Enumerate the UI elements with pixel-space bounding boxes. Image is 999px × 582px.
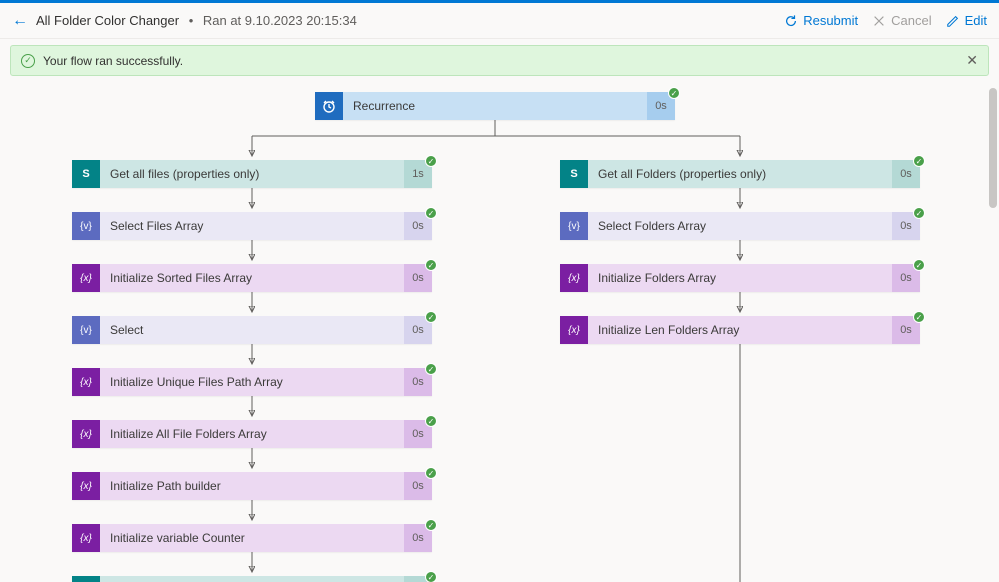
resubmit-label: Resubmit: [803, 13, 858, 28]
edit-label: Edit: [965, 13, 987, 28]
node-init-unique-files[interactable]: {x} Initialize Unique Files Path Array 0…: [72, 368, 432, 396]
separator: •: [185, 13, 197, 28]
node-init-counter[interactable]: {x} Initialize variable Counter 0s ✓: [72, 524, 432, 552]
node-get-all-folders[interactable]: S Get all Folders (properties only) 0s ✓: [560, 160, 920, 188]
success-badge-icon: ✓: [425, 207, 437, 219]
success-badge-icon: ✓: [425, 519, 437, 531]
variable-icon: {x}: [560, 316, 588, 344]
sharepoint-icon: S: [560, 160, 588, 188]
scrollbar-thumb[interactable]: [989, 88, 997, 208]
banner-text: Your flow ran successfully.: [43, 54, 183, 68]
refresh-icon: [784, 14, 798, 28]
node-label: Initialize variable Counter: [100, 524, 404, 552]
success-badge-icon: ✓: [425, 415, 437, 427]
edit-button[interactable]: Edit: [946, 13, 987, 28]
cancel-label: Cancel: [891, 13, 931, 28]
node-init-sorted-files[interactable]: {x} Initialize Sorted Files Array 0s ✓: [72, 264, 432, 292]
back-arrow-icon[interactable]: ←: [12, 12, 28, 30]
success-badge-icon: ✓: [668, 87, 680, 99]
header-bar: ← All Folder Color Changer • Ran at 9.10…: [0, 3, 999, 39]
variable-icon: {x}: [72, 368, 100, 396]
flow-canvas[interactable]: Recurrence 0s ✓ S Get all files (propert…: [0, 82, 999, 582]
node-label: Recurrence: [343, 92, 647, 120]
variable-icon: {x}: [560, 264, 588, 292]
node-label: Select Files Array: [100, 212, 404, 240]
select-icon: {v}: [72, 212, 100, 240]
node-init-len-folders[interactable]: {x} Initialize Len Folders Array 0s ✓: [560, 316, 920, 344]
variable-icon: {x}: [72, 420, 100, 448]
node-select[interactable]: {v} Select 0s ✓: [72, 316, 432, 344]
node-label: Get all files (properties only): [100, 160, 404, 188]
node-get-all-files[interactable]: S Get all files (properties only) 1s ✓: [72, 160, 432, 188]
variable-icon: {x}: [72, 264, 100, 292]
node-label: [100, 576, 404, 582]
sharepoint-icon: S: [72, 160, 100, 188]
node-label: Get all Folders (properties only): [588, 160, 892, 188]
success-badge-icon: ✓: [913, 311, 925, 323]
clock-icon: [315, 92, 343, 120]
node-select-folders-array[interactable]: {v} Select Folders Array 0s ✓: [560, 212, 920, 240]
success-badge-icon: ✓: [425, 571, 437, 582]
node-label: Initialize Len Folders Array: [588, 316, 892, 344]
resubmit-button[interactable]: Resubmit: [784, 13, 858, 28]
node-label: Initialize All File Folders Array: [100, 420, 404, 448]
select-icon: {v}: [72, 316, 100, 344]
node-label: Initialize Unique Files Path Array: [100, 368, 404, 396]
pencil-icon: [946, 14, 960, 28]
variable-icon: {x}: [72, 524, 100, 552]
flow-title: All Folder Color Changer: [36, 13, 179, 28]
node-label: Initialize Path builder: [100, 472, 404, 500]
run-timestamp: Ran at 9.10.2023 20:15:34: [203, 13, 357, 28]
select-icon: {v}: [560, 212, 588, 240]
node-label: Initialize Folders Array: [588, 264, 892, 292]
banner-close-icon[interactable]: ✕: [966, 52, 978, 69]
success-banner: ✓ Your flow ran successfully. ✕: [10, 45, 989, 76]
success-badge-icon: ✓: [425, 363, 437, 375]
success-badge-icon: ✓: [425, 155, 437, 167]
sharepoint-icon: [72, 576, 100, 582]
node-init-all-file-folders[interactable]: {x} Initialize All File Folders Array 0s…: [72, 420, 432, 448]
check-icon: ✓: [21, 54, 35, 68]
success-badge-icon: ✓: [913, 207, 925, 219]
success-badge-icon: ✓: [913, 259, 925, 271]
node-recurrence[interactable]: Recurrence 0s ✓: [315, 92, 675, 120]
close-icon: [872, 14, 886, 28]
success-badge-icon: ✓: [425, 311, 437, 323]
node-select-files-array[interactable]: {v} Select Files Array 0s ✓: [72, 212, 432, 240]
success-badge-icon: ✓: [913, 155, 925, 167]
node-init-folders-array[interactable]: {x} Initialize Folders Array 0s ✓: [560, 264, 920, 292]
node-next-partial[interactable]: ✓: [72, 576, 432, 582]
success-badge-icon: ✓: [425, 259, 437, 271]
node-label: Select: [100, 316, 404, 344]
node-label: Select Folders Array: [588, 212, 892, 240]
success-badge-icon: ✓: [425, 467, 437, 479]
cancel-button: Cancel: [872, 13, 931, 28]
node-label: Initialize Sorted Files Array: [100, 264, 404, 292]
node-init-path-builder[interactable]: {x} Initialize Path builder 0s ✓: [72, 472, 432, 500]
variable-icon: {x}: [72, 472, 100, 500]
